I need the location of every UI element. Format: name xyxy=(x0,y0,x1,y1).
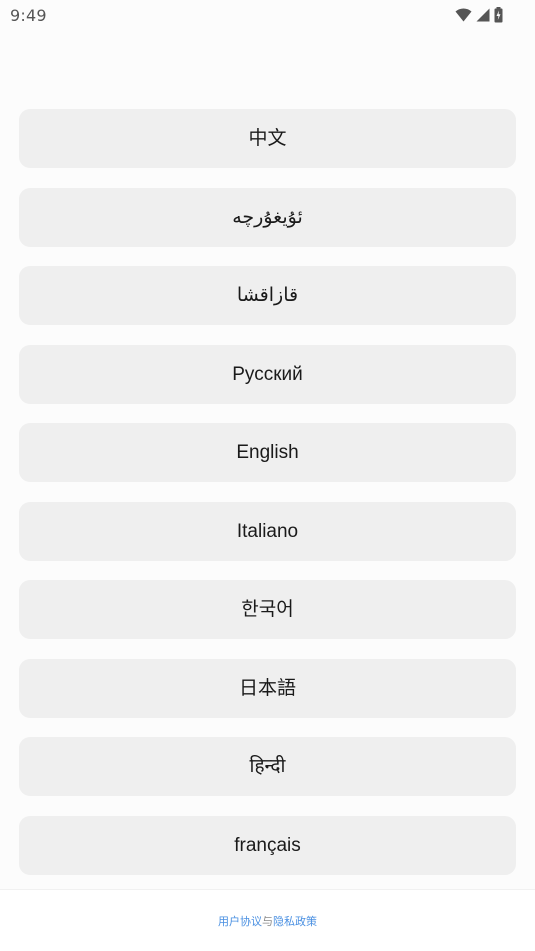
status-icons xyxy=(455,7,503,23)
language-button-hindi[interactable]: हिन्दी xyxy=(19,737,516,796)
language-button-korean[interactable]: 한국어 xyxy=(19,580,516,639)
language-button-japanese[interactable]: 日本語 xyxy=(19,658,516,718)
language-label: 日本語 xyxy=(238,676,296,699)
language-button-english[interactable]: English xyxy=(19,423,516,482)
user-agreement-link[interactable]: 用户协议 xyxy=(218,913,262,929)
language-label: हिन्दी xyxy=(249,755,286,777)
language-label: 한국어 xyxy=(241,598,294,620)
language-button-kazakh[interactable]: قازاقشا xyxy=(19,266,516,325)
language-label: français xyxy=(234,834,301,856)
language-button-chinese[interactable]: 中文 xyxy=(19,109,516,168)
battery-charging-icon xyxy=(494,7,503,23)
language-label: English xyxy=(236,442,299,463)
language-label: Italiano xyxy=(236,520,299,542)
language-label: قازاقشا xyxy=(236,284,299,306)
footer: 用户协议 与 隐私政策 xyxy=(0,889,535,951)
language-label: Русский xyxy=(232,363,303,385)
language-button-italian[interactable]: Italiano xyxy=(19,501,516,561)
language-button-uyghur[interactable]: ئۇيغۇرچە xyxy=(19,187,516,247)
status-time: 9:49 xyxy=(10,5,47,25)
language-label: 中文 xyxy=(248,127,287,149)
privacy-policy-link[interactable]: 隐私政策 xyxy=(273,913,317,929)
wifi-icon xyxy=(455,8,472,22)
language-label: ئۇيغۇرچە xyxy=(232,205,303,228)
footer-conjunction: 与 xyxy=(262,914,273,928)
language-button-french[interactable]: français xyxy=(19,815,516,875)
status-bar: 9:49 xyxy=(0,0,535,30)
cellular-signal-icon xyxy=(476,8,490,22)
language-button-russian[interactable]: Русский xyxy=(19,344,516,404)
language-list: 中文 ئۇيغۇرچە قازاقشا Русский English Ital… xyxy=(19,109,516,894)
